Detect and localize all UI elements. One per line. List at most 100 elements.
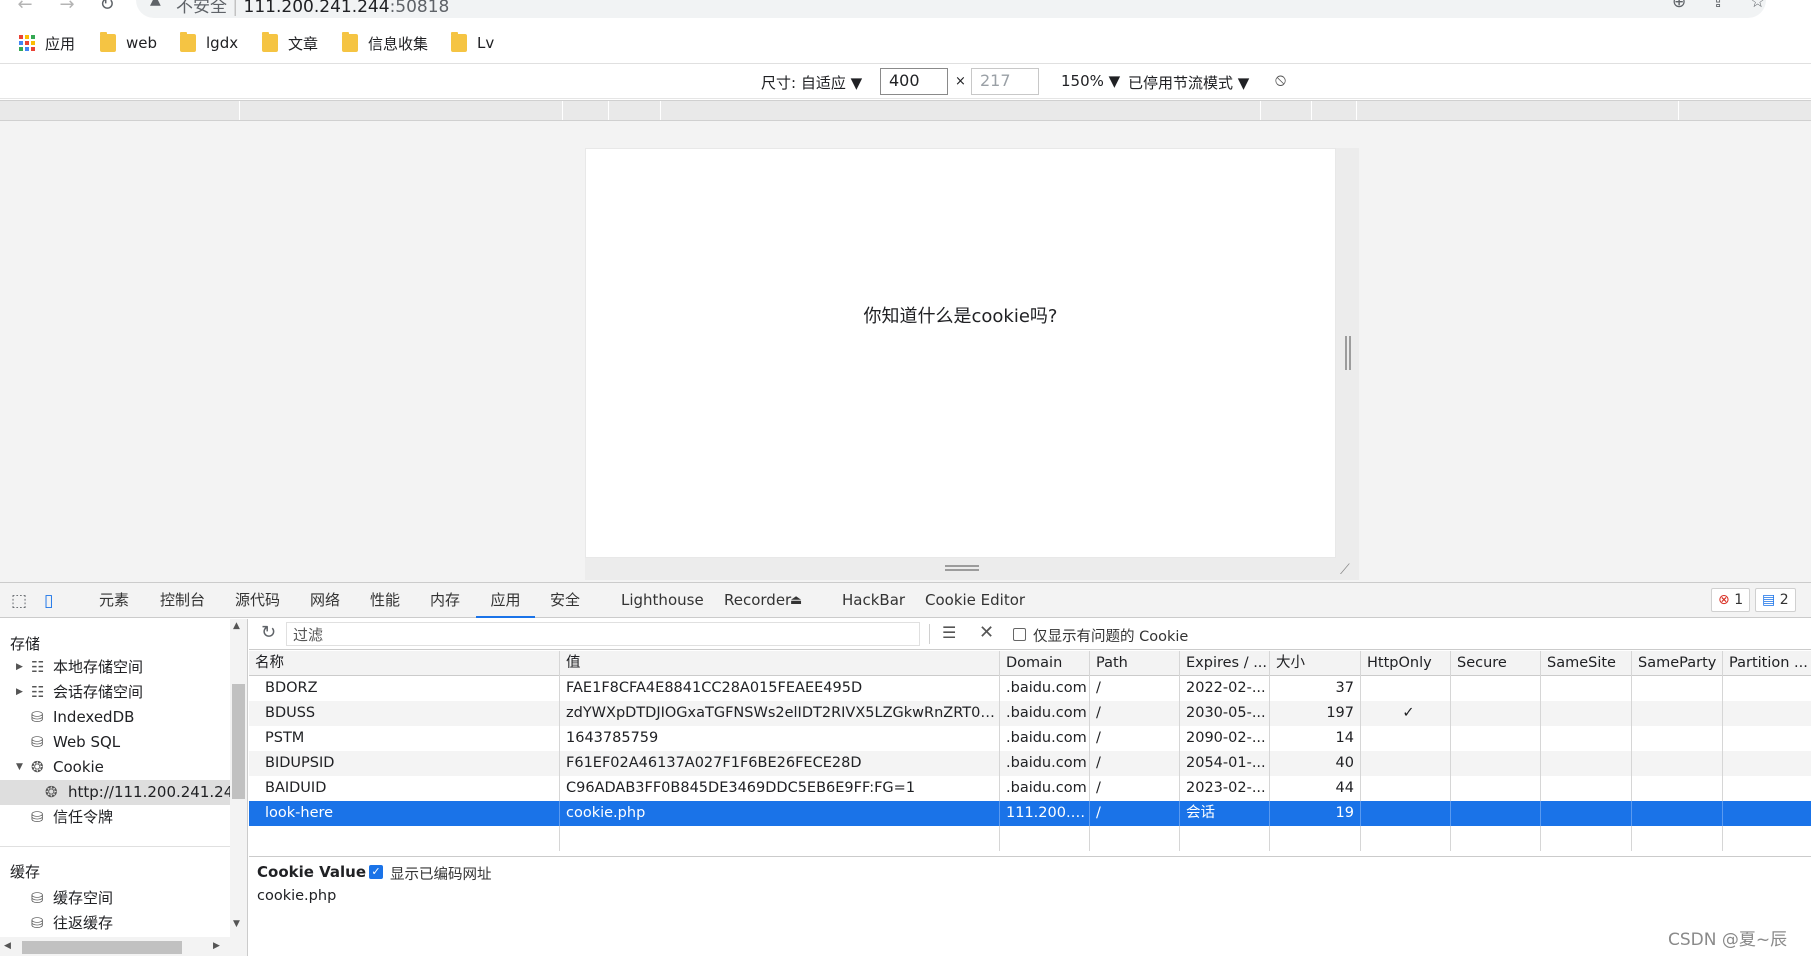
- corner-resize-icon[interactable]: ⟋: [1340, 562, 1350, 578]
- star-icon[interactable]: ☆: [1750, 0, 1765, 12]
- cell-size: 14: [1270, 726, 1361, 751]
- device-toggle-icon[interactable]: ▯: [44, 591, 53, 611]
- tab-recorder[interactable]: Recorder: [724, 583, 791, 618]
- table-row[interactable]: PSTM 1643785759 .baidu.com/2090-02-... 14: [249, 726, 1811, 751]
- show-decoded-checkbox[interactable]: ✓: [369, 865, 383, 879]
- tab-sources[interactable]: 源代码: [235, 583, 280, 618]
- share-icon[interactable]: ⇪: [1711, 0, 1725, 12]
- reload-icon[interactable]: ↻: [96, 0, 118, 16]
- column-header-value[interactable]: 值: [560, 651, 1000, 676]
- bookmark-lgdx[interactable]: lgdx: [180, 30, 238, 56]
- tab-cookie-editor[interactable]: Cookie Editor: [925, 583, 1025, 618]
- cell-size: 40: [1270, 751, 1361, 776]
- scroll-down-icon[interactable]: ▼: [233, 919, 240, 929]
- column-header-partition[interactable]: Partition ...: [1723, 651, 1811, 676]
- column-header-path[interactable]: Path: [1090, 651, 1180, 676]
- bookmark-label: 应用: [45, 34, 76, 53]
- sidebar-hscrollbar-thumb[interactable]: [22, 941, 182, 954]
- table-row-selected[interactable]: look-here cookie.php 111.200.2... / 会话 19: [249, 801, 1811, 826]
- cell-empty: [1451, 676, 1541, 701]
- sidebar-item-local-storage[interactable]: ▶ ☷ 本地存储空间: [0, 655, 230, 680]
- column-header-domain[interactable]: Domain: [1000, 651, 1090, 676]
- show-decoded-label: 显示已编码网址: [390, 867, 492, 883]
- tab-memory[interactable]: 内存: [430, 583, 460, 618]
- tab-console[interactable]: 控制台: [160, 583, 205, 618]
- sidebar-scrollbar-thumb[interactable]: [232, 684, 245, 799]
- forward-icon[interactable]: →: [56, 0, 78, 16]
- sidebar-item-websql[interactable]: ⛁ Web SQL: [0, 730, 230, 755]
- width-input[interactable]: 400: [880, 68, 948, 95]
- only-issues-label: 仅显示有问题的 Cookie: [1033, 629, 1189, 645]
- sidebar-item-cookie[interactable]: ▼ ❂ Cookie: [0, 755, 230, 780]
- expand-arrow-icon[interactable]: ▶: [16, 680, 23, 705]
- url-text[interactable]: 不安全 | 111.200.241.244:50818: [176, 0, 449, 17]
- zoom-icon[interactable]: ⊕: [1672, 0, 1686, 12]
- cell-value: zdYWXpDTDJIOGxaTGFNSWs2elIDT2RIVX5LZGkwR…: [560, 701, 1000, 726]
- bookmark-web[interactable]: web: [100, 30, 157, 56]
- scroll-right-icon[interactable]: ▶: [213, 941, 220, 951]
- error-icon: ⊗: [1718, 592, 1730, 608]
- bookmark-apps[interactable]: 应用: [19, 30, 75, 56]
- filter-input[interactable]: 过滤: [286, 622, 920, 646]
- tab-elements[interactable]: 元素: [99, 583, 129, 618]
- tab-performance[interactable]: 性能: [370, 583, 400, 618]
- message-badge[interactable]: ▤ 2: [1755, 588, 1796, 612]
- expand-arrow-icon[interactable]: ▶: [16, 655, 23, 680]
- inspect-element-icon[interactable]: ⬚: [11, 591, 27, 611]
- table-row[interactable]: BDORZ FAE1F8CFA4E8841CC28A015FEAEE495D .ba…: [249, 676, 1811, 701]
- cookie-value-title: Cookie Value: [257, 863, 367, 881]
- sidebar-item-trust-tokens[interactable]: ⛁ 信任令牌: [0, 805, 230, 830]
- column-header-expires[interactable]: Expires / ...: [1180, 651, 1270, 676]
- column-header-httponly[interactable]: HttpOnly: [1361, 651, 1451, 676]
- sidebar-item-bfcache[interactable]: ⛁ 往返缓存: [0, 911, 230, 936]
- table-row[interactable]: BDUSS zdYWXpDTDJIOGxaTGFNSWs2elIDT2RIVX5L…: [249, 701, 1811, 726]
- resize-handle-right[interactable]: [1336, 148, 1359, 558]
- sidebar-item-cookie-origin[interactable]: ❂ http://111.200.241.244:5: [0, 780, 230, 805]
- cookie-value-text[interactable]: cookie.php: [257, 888, 336, 904]
- cell-size: 44: [1270, 776, 1361, 801]
- back-icon[interactable]: ←: [14, 0, 36, 16]
- rotate-icon[interactable]: ⦸: [1275, 70, 1286, 90]
- sidebar-item-cache-storage[interactable]: ⛁ 缓存空间: [0, 886, 230, 911]
- tab-network[interactable]: 网络: [310, 583, 340, 618]
- tab-security[interactable]: 安全: [550, 583, 580, 618]
- tab-lighthouse[interactable]: Lighthouse: [621, 583, 704, 618]
- cell-empty: [1541, 801, 1632, 826]
- clear-filtered-icon[interactable]: ☰: [942, 623, 956, 642]
- throttle-dropdown[interactable]: 已停用节流模式 ▼: [1128, 72, 1249, 93]
- collapse-arrow-icon[interactable]: ▼: [16, 755, 23, 780]
- size-dropdown[interactable]: 尺寸: 自适应 ▼: [761, 72, 862, 93]
- refresh-icon[interactable]: ↻: [261, 622, 276, 643]
- cell-empty: [1723, 676, 1811, 701]
- table-row[interactable]: BIDUPSID F61EF02A46137A027F1F6BE26FECE28D…: [249, 751, 1811, 776]
- delete-all-icon[interactable]: ✕: [979, 622, 994, 643]
- column-header-size[interactable]: 大小: [1270, 651, 1361, 676]
- database-icon: ⛁: [31, 733, 44, 751]
- bookmark-info-collect[interactable]: 信息收集: [342, 30, 428, 56]
- scroll-up-icon[interactable]: ▲: [233, 621, 240, 631]
- column-header-secure[interactable]: Secure: [1451, 651, 1541, 676]
- sidebar-item-label: Web SQL: [53, 733, 121, 751]
- recorder-flask-icon: ⏏: [790, 593, 803, 608]
- bookmark-lv[interactable]: Lv: [451, 30, 494, 56]
- error-badge[interactable]: ⊗ 1: [1711, 588, 1751, 612]
- zoom-dropdown[interactable]: 150% ▼: [1061, 72, 1120, 90]
- bookmark-articles[interactable]: 文章: [262, 30, 318, 56]
- resize-handle-bottom[interactable]: [585, 558, 1359, 580]
- address-bar-row: ← → ↻ ▲ 不安全 | 111.200.241.244:50818 ⊕ ⇪ …: [0, 0, 1811, 22]
- height-input[interactable]: 217: [971, 68, 1039, 95]
- sidebar-item-indexeddb[interactable]: ⛁ IndexedDB: [0, 705, 230, 730]
- table-row[interactable]: BAIDUID C96ADAB3FF0B845DE3469DDC5EB6E9FF:…: [249, 776, 1811, 801]
- column-header-sameparty[interactable]: SameParty: [1632, 651, 1723, 676]
- column-header-samesite[interactable]: SameSite: [1541, 651, 1632, 676]
- media-query-bar[interactable]: [0, 100, 1811, 121]
- column-header-name[interactable]: 名称: [249, 651, 560, 676]
- cell-value: F61EF02A46137A027F1F6BE26FECE28D: [560, 751, 1000, 776]
- tab-application[interactable]: 应用: [476, 583, 535, 618]
- warning-icon[interactable]: ▲: [150, 0, 161, 8]
- scroll-left-icon[interactable]: ◀: [4, 941, 11, 951]
- sidebar-item-session-storage[interactable]: ▶ ☷ 会话存储空间: [0, 680, 230, 705]
- right-grip-icon: [1345, 336, 1347, 370]
- tab-hackbar[interactable]: HackBar: [842, 583, 905, 618]
- only-issues-checkbox[interactable]: [1013, 628, 1026, 641]
